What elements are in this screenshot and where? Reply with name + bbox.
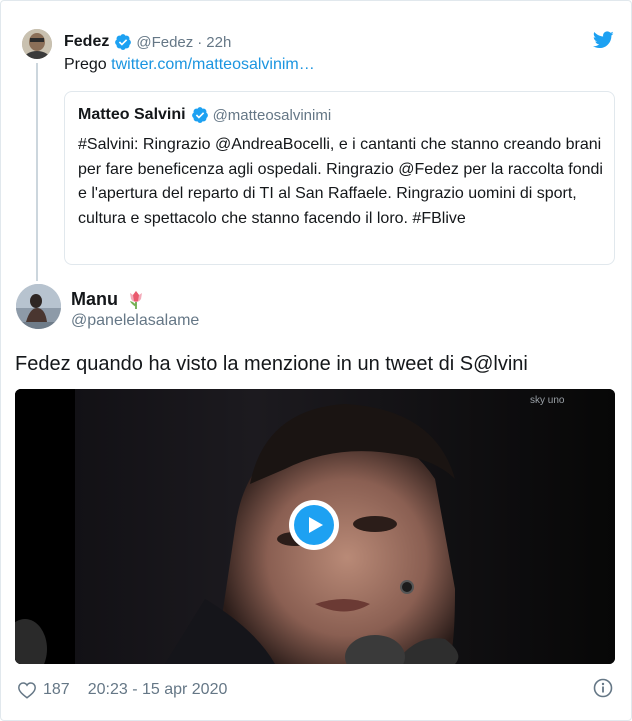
parent-tweet-header: Fedez @Fedez · 22h [64,32,231,52]
tweet-embed-card: Fedez @Fedez · 22h Prego twitter.com/mat… [0,0,632,721]
quoted-tweet-text: #Salvini: Ringrazio @AndreaBocelli, e i … [78,136,603,227]
parent-tweet-link[interactable]: twitter.com/matteosalvinim… [111,56,315,73]
parent-body-prefix: Prego [64,56,112,73]
like-count[interactable]: 187 [43,681,70,699]
svg-text:sky uno: sky uno [530,395,565,406]
thread-line [36,63,38,281]
verified-badge-icon [191,107,208,123]
parent-author-handle[interactable]: @Fedez [136,34,193,51]
parent-tweet-text: Prego twitter.com/matteosalvinim… [64,55,315,75]
tweet-timestamp[interactable]: 20:23 - 15 apr 2020 [88,681,228,699]
quoted-author-handle: @matteosalvinimi [212,106,332,124]
heart-icon[interactable] [17,681,37,699]
tulip-emoji [130,290,142,309]
fedez-avatar[interactable] [22,29,52,59]
parent-tweet-time[interactable]: 22h [206,34,231,51]
twitter-bird-icon[interactable] [593,31,614,49]
tweet-author-handle[interactable]: @panelelasalame [71,312,199,330]
tweet-author-name-text: Manu [71,289,118,309]
info-icon[interactable] [593,678,613,698]
tweet-footer: 187 20:23 - 15 apr 2020 [17,679,227,701]
play-icon [294,505,334,545]
video-play-button[interactable] [289,500,339,550]
quoted-author-name: Matteo Salvini [78,106,186,123]
tweet-text: Fedez quando ha visto la menzione in un … [15,353,528,375]
tweet-author-name[interactable]: Manu [71,289,146,310]
quoted-tweet-header: Matteo Salvini @matteosalvinimi [78,105,331,125]
separator-dot: · [197,33,203,51]
manu-avatar[interactable] [16,284,61,329]
parent-author-name[interactable]: Fedez [64,33,109,51]
quoted-tweet[interactable]: Matteo Salvini @matteosalvinimi #Salvini… [64,91,615,265]
verified-badge-icon [115,34,132,50]
